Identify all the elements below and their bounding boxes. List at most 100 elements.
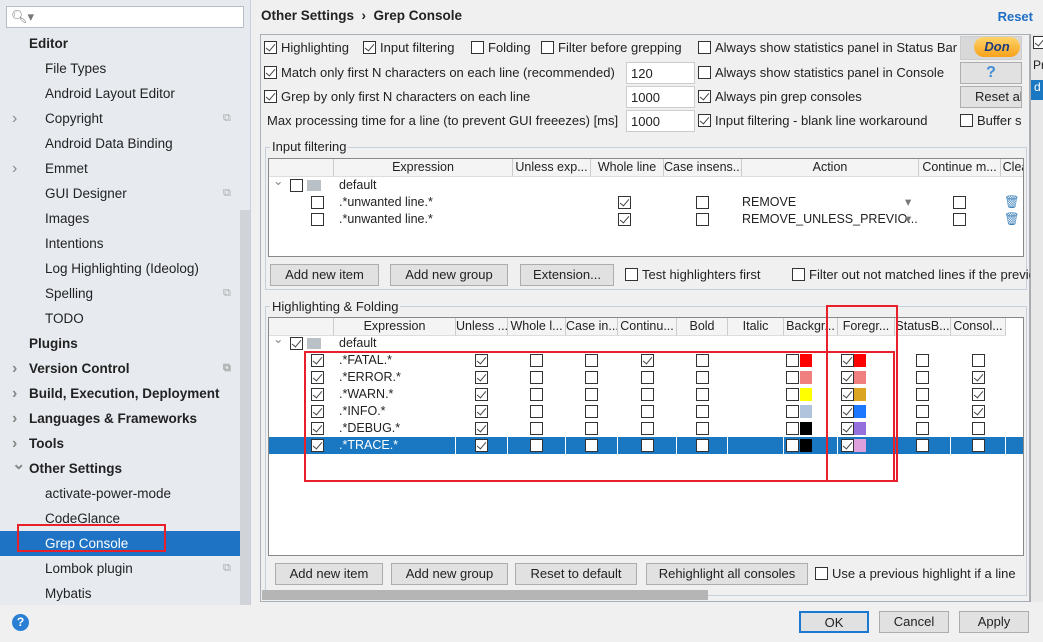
reset-all-button[interactable]: Reset al [960, 86, 1022, 108]
enabled-checkbox[interactable] [311, 371, 324, 385]
case-insensitive-checkbox[interactable] [530, 388, 543, 402]
sidebar-item[interactable]: activate-power-mode [0, 481, 250, 506]
sidebar-item[interactable]: Editor [0, 31, 250, 56]
stats-console-option[interactable]: Always show statistics panel in Console [698, 65, 944, 80]
continue-matching-checkbox[interactable] [953, 213, 966, 227]
highlighting-checkbox[interactable] [264, 41, 277, 55]
chevron-down-icon[interactable]: ⌄ [12, 452, 25, 477]
filter-before-option[interactable]: Filter before grepping [541, 40, 682, 55]
case-insensitive-checkbox[interactable] [530, 354, 543, 368]
stats-console-checkbox[interactable] [698, 66, 711, 80]
case-insensitive-checkbox[interactable] [530, 405, 543, 419]
ok-button[interactable]: OK [799, 611, 869, 633]
enabled-checkbox[interactable] [311, 196, 324, 210]
column-header[interactable]: Bold [677, 318, 728, 336]
reset-link[interactable]: Reset [998, 9, 1033, 24]
sidebar-item[interactable]: Android Layout Editor [0, 81, 250, 106]
expression-cell[interactable]: .*unwanted line.* [339, 194, 433, 211]
italic-checkbox[interactable] [695, 422, 709, 436]
sidebar-item[interactable]: › Version Control ⧉ [0, 356, 250, 381]
column-header[interactable]: Action [742, 159, 919, 177]
sidebar-item[interactable]: Lombok plugin ⧉ [0, 556, 250, 581]
foreground-color-swatch[interactable] [854, 439, 866, 452]
italic-checkbox[interactable] [695, 439, 709, 453]
foreground-checkbox[interactable] [841, 405, 854, 419]
help-button[interactable]: ? [960, 62, 1022, 84]
action-select[interactable]: REMOVE [742, 194, 796, 211]
match-first-checkbox[interactable] [264, 66, 277, 80]
console-checkbox[interactable] [971, 371, 985, 385]
column-header[interactable]: Expression [334, 159, 513, 177]
bold-checkbox[interactable] [640, 388, 654, 402]
enabled-checkbox[interactable] [311, 354, 324, 368]
case-insensitive-checkbox[interactable] [530, 422, 543, 436]
background-checkbox[interactable] [786, 439, 799, 453]
expression-cell[interactable]: .*WARN.* [339, 386, 393, 403]
test-highlighters-first-checkbox[interactable] [625, 268, 638, 282]
foreground-color-swatch[interactable] [854, 422, 866, 435]
background-color-swatch[interactable] [800, 405, 812, 418]
status-bar-checkbox[interactable] [916, 354, 929, 368]
sidebar-item[interactable]: Intentions [0, 231, 250, 256]
status-bar-checkbox[interactable] [916, 439, 929, 453]
italic-checkbox[interactable] [695, 371, 709, 385]
column-header[interactable]: Consol... [951, 318, 1006, 336]
chevron-down-icon[interactable]: ⌄ [273, 331, 283, 348]
status-bar-checkbox[interactable] [916, 371, 929, 385]
filter-out-not-matched-checkbox[interactable] [792, 268, 805, 282]
pin-consoles-checkbox[interactable] [698, 90, 711, 104]
column-header[interactable]: Foregr... [838, 318, 895, 336]
hl-add-new-group-button[interactable]: Add new group [391, 563, 508, 585]
filter-out-not-matched[interactable]: Filter out not matched lines if the prev… [792, 267, 1036, 282]
trash-icon[interactable]: 🗑 [1004, 194, 1020, 211]
table-row[interactable]: .*unwanted line.* REMOVE_UNLESS_PREVIO...… [269, 211, 1023, 228]
foreground-color-swatch[interactable] [854, 354, 866, 367]
background-color-swatch[interactable] [800, 388, 812, 401]
column-header[interactable]: Whole l... [508, 318, 566, 336]
trash-icon[interactable]: 🗑 [1004, 211, 1020, 228]
sidebar-item[interactable]: › Tools [0, 431, 250, 456]
sidebar-item[interactable]: Mybatis [0, 581, 250, 606]
background-color-swatch[interactable] [800, 439, 812, 452]
whole-line-checkbox[interactable] [475, 405, 488, 419]
italic-checkbox[interactable] [695, 354, 709, 368]
blank-line-checkbox[interactable] [698, 114, 711, 128]
enabled-checkbox[interactable] [311, 439, 324, 453]
continue-matching-checkbox[interactable] [585, 422, 598, 436]
stats-statusbar-checkbox[interactable] [698, 41, 711, 55]
background-color-swatch[interactable] [800, 422, 812, 435]
whole-line-checkbox[interactable] [618, 213, 631, 227]
enabled-checkbox[interactable] [311, 388, 324, 402]
case-insensitive-checkbox[interactable] [696, 196, 709, 210]
group-enabled-checkbox[interactable] [290, 337, 303, 351]
action-select[interactable]: REMOVE_UNLESS_PREVIO... [742, 211, 918, 228]
chevron-down-icon[interactable]: ⌄ [273, 173, 283, 190]
sidebar-item[interactable]: › Emmet [0, 156, 250, 181]
grep-first-n-input[interactable]: 1000 [626, 86, 695, 108]
apply-button[interactable]: Apply [959, 611, 1029, 633]
case-insensitive-checkbox[interactable] [530, 371, 543, 385]
group-row[interactable]: ⌄ default [269, 332, 1023, 352]
expression-cell[interactable]: .*TRACE.* [339, 437, 398, 454]
console-checkbox[interactable] [971, 422, 985, 436]
enabled-checkbox[interactable] [311, 405, 324, 419]
foreground-checkbox[interactable] [841, 388, 854, 402]
enabled-checkbox[interactable] [311, 422, 324, 436]
reset-to-default-button[interactable]: Reset to default [515, 563, 637, 585]
italic-checkbox[interactable] [695, 388, 709, 402]
continue-matching-checkbox[interactable] [585, 405, 598, 419]
sidebar-item[interactable]: › Build, Execution, Deployment [0, 381, 250, 406]
bold-checkbox[interactable] [640, 405, 654, 419]
donate-button[interactable]: Don [960, 36, 1022, 60]
bold-checkbox[interactable] [640, 439, 654, 453]
whole-line-checkbox[interactable] [475, 439, 488, 453]
chevron-right-icon[interactable]: › [12, 106, 17, 131]
italic-checkbox[interactable] [695, 405, 709, 419]
continue-matching-checkbox[interactable] [585, 371, 598, 385]
horizontal-scrollbar[interactable] [262, 590, 708, 600]
grep-first-checkbox[interactable] [264, 90, 277, 104]
foreground-color-swatch[interactable] [854, 371, 866, 384]
buffer-option[interactable]: Buffer s [960, 113, 1022, 128]
bold-checkbox[interactable] [640, 354, 654, 368]
table-row[interactable]: .*TRACE.* [269, 437, 1023, 454]
